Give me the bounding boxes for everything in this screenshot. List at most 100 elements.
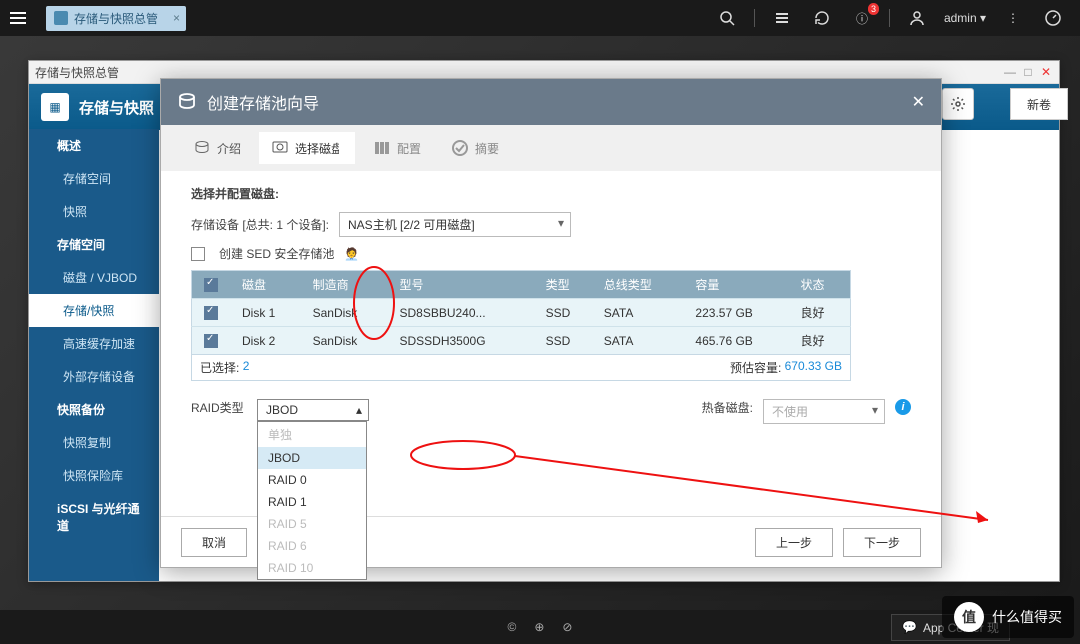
settings-icon[interactable] <box>942 88 974 120</box>
row-checkbox[interactable] <box>204 334 218 348</box>
select-all-checkbox[interactable] <box>204 278 218 292</box>
minimize-icon[interactable]: — <box>1003 65 1017 79</box>
sidebar-item[interactable]: iSCSI 与光纤通道 <box>29 492 159 542</box>
raid-option[interactable]: JBOD <box>258 447 366 469</box>
search-icon[interactable] <box>714 5 740 31</box>
sed-checkbox[interactable] <box>191 247 205 261</box>
cell-disk: Disk 1 <box>234 299 305 327</box>
sed-help-icon[interactable]: 🧑‍💼 <box>344 247 359 261</box>
col-disk: 磁盘 <box>234 271 305 299</box>
wizard-steps: 介绍 选择磁盘 配置 摘要 <box>161 125 941 171</box>
col-capacity: 容量 <box>687 271 792 299</box>
cell-vendor: SanDisk <box>305 299 392 327</box>
row-checkbox[interactable] <box>204 306 218 320</box>
raid-type-select[interactable]: JBOD <box>257 399 369 421</box>
create-pool-wizard: 创建存储池向导 ✕ 介绍 选择磁盘 配置 摘要 选择并配置磁盘: <box>160 78 942 568</box>
col-model: 型号 <box>391 271 537 299</box>
hdd-icon <box>271 139 289 157</box>
sidebar-item[interactable]: 磁盘 / VJBOD <box>29 261 159 294</box>
cancel-button[interactable]: 取消 <box>181 528 247 557</box>
sidebar-item[interactable]: 快照保险库 <box>29 459 159 492</box>
hotspare-label: 热备磁盘: <box>702 399 753 416</box>
sidebar-item[interactable]: 外部存储设备 <box>29 360 159 393</box>
cell-disk: Disk 2 <box>234 327 305 355</box>
cell-vendor: SanDisk <box>305 327 392 355</box>
wizard-title: 创建存储池向导 <box>207 90 319 114</box>
sidebar-item[interactable]: 概述 <box>29 129 159 162</box>
prev-button[interactable]: 上一步 <box>755 528 833 557</box>
sidebar-item[interactable]: 高速缓存加速 <box>29 327 159 360</box>
next-button[interactable]: 下一步 <box>843 528 921 557</box>
disk-table: 磁盘 制造商 型号 类型 总线类型 容量 状态 Disk 1SanDiskSD8… <box>191 270 851 355</box>
cell-type: SSD <box>538 299 596 327</box>
bb-icon1[interactable]: © <box>508 620 517 634</box>
bb-icon2[interactable]: ⊕ <box>534 620 544 634</box>
refresh-icon[interactable] <box>809 5 835 31</box>
system-bottombar: © ⊕ ⊘ 💬App Center 现 <box>0 610 1080 644</box>
sed-label: 创建 SED 安全存储池 <box>219 245 334 262</box>
step-intro[interactable]: 介绍 <box>181 132 253 164</box>
step-configure[interactable]: 配置 <box>361 132 433 164</box>
raid-type-label: RAID类型 <box>191 399 247 416</box>
cell-status: 良好 <box>792 327 850 355</box>
user-icon[interactable] <box>904 5 930 31</box>
bb-icon3[interactable]: ⊘ <box>562 620 572 634</box>
new-volume-button[interactable]: 新卷 <box>1010 88 1068 120</box>
sidebar-item[interactable]: 存储空间 <box>29 162 159 195</box>
raid-type-dropdown: 单独JBODRAID 0RAID 1RAID 5RAID 6RAID 10 <box>257 421 367 580</box>
more-icon[interactable]: ⋮ <box>1000 5 1026 31</box>
table-row[interactable]: Disk 1SanDiskSD8SBBU240...SSDSATA223.57 … <box>192 299 851 327</box>
step-select-disk[interactable]: 选择磁盘 <box>259 132 355 164</box>
close-icon[interactable]: ✕ <box>1039 65 1053 79</box>
volume-icon[interactable] <box>769 5 795 31</box>
raid-option[interactable]: RAID 0 <box>258 469 366 491</box>
raid-option[interactable]: RAID 1 <box>258 491 366 513</box>
window-title: 存储与快照总管 <box>35 64 119 81</box>
pool-icon <box>177 92 197 112</box>
hotspare-select[interactable]: 不使用 <box>763 399 885 424</box>
sidebar-item[interactable]: 存储空间 <box>29 228 159 261</box>
watermark-icon: 值 <box>954 602 984 632</box>
raid-option: RAID 5 <box>258 513 366 535</box>
raid-option: RAID 6 <box>258 535 366 557</box>
hotspare-info-icon[interactable]: i <box>895 399 911 415</box>
disk-icon <box>193 139 211 157</box>
raid-option: 单独 <box>258 422 366 447</box>
configure-disks-label: 选择并配置磁盘: <box>191 185 911 202</box>
sidebar-item[interactable]: 快照备份 <box>29 393 159 426</box>
wizard-titlebar: 创建存储池向导 ✕ <box>161 79 941 125</box>
maximize-icon[interactable]: □ <box>1021 65 1035 79</box>
raid-option: RAID 10 <box>258 557 366 579</box>
est-capacity-label: 预估容量: <box>730 359 781 376</box>
app-logo-icon: ▦ <box>41 93 69 121</box>
est-capacity-value: 670.33 GB <box>785 359 842 376</box>
cell-model: SDSSDH3500G <box>391 327 537 355</box>
tab-label: 存储与快照总管 <box>74 10 158 27</box>
wizard-close-icon[interactable]: ✕ <box>912 92 925 112</box>
user-menu[interactable]: admin ▾ <box>944 11 986 25</box>
check-icon <box>451 139 469 157</box>
step-summary[interactable]: 摘要 <box>439 132 511 164</box>
sidebar-item[interactable]: 存储/快照 <box>29 294 159 327</box>
header-title: 存储与快照 <box>79 97 154 118</box>
app-tab[interactable]: 存储与快照总管 × <box>46 6 186 31</box>
watermark: 值 什么值得买 <box>942 596 1074 638</box>
cell-cap: 223.57 GB <box>687 299 792 327</box>
sidebar-item[interactable]: 快照 <box>29 195 159 228</box>
col-bus: 总线类型 <box>596 271 688 299</box>
selected-label: 已选择: <box>200 359 239 376</box>
col-status: 状态 <box>792 271 850 299</box>
info-icon[interactable]: ⓘ3 <box>849 5 875 31</box>
menu-icon[interactable] <box>0 0 36 36</box>
close-tab-icon[interactable]: × <box>173 11 180 25</box>
dashboard-icon[interactable] <box>1040 5 1066 31</box>
table-footer: 已选择: 2 预估容量: 670.33 GB <box>191 355 851 381</box>
system-topbar: 存储与快照总管 × ⓘ3 admin ▾ ⋮ <box>0 0 1080 36</box>
storage-device-select[interactable]: NAS主机 [2/2 可用磁盘] <box>339 212 571 237</box>
cell-model: SD8SBBU240... <box>391 299 537 327</box>
config-icon <box>373 139 391 157</box>
sidebar-item[interactable]: 快照复制 <box>29 426 159 459</box>
table-row[interactable]: Disk 2SanDiskSDSSDH3500GSSDSATA465.76 GB… <box>192 327 851 355</box>
watermark-text: 什么值得买 <box>992 607 1062 627</box>
col-type: 类型 <box>538 271 596 299</box>
